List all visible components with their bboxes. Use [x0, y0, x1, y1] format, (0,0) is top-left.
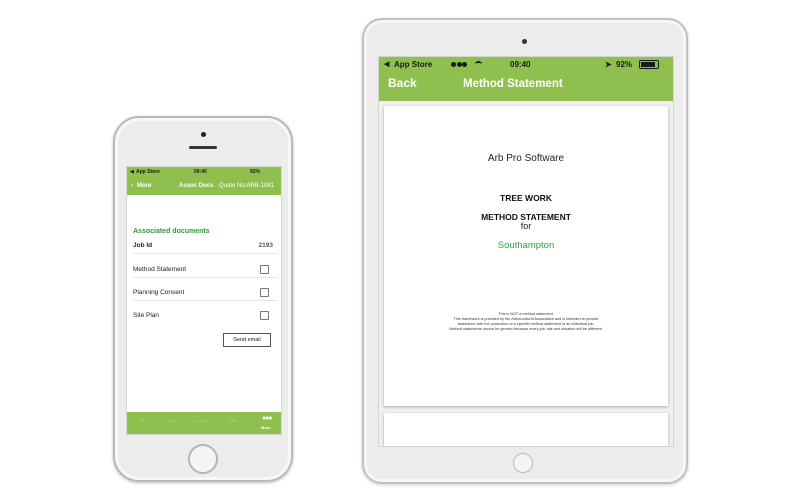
tab-work[interactable]: Work: [167, 418, 176, 423]
signal-icon: [451, 60, 468, 69]
phone-home-button[interactable]: [188, 444, 218, 474]
document-checkbox[interactable]: [260, 288, 269, 297]
job-id-label: Job Id: [133, 242, 153, 249]
phone-speaker: [189, 146, 217, 149]
document-row-planning-consent[interactable]: Planning Consent: [133, 288, 273, 297]
phone-tab-bar: Job Work Logistic Risk ●●● More: [127, 412, 281, 434]
send-email-button[interactable]: Send email: [223, 333, 271, 347]
tablet-status-battery: 92%: [616, 60, 633, 69]
battery-icon: [639, 60, 659, 70]
doc-note-line: Method statements cannot be generic beca…: [449, 327, 603, 331]
document-label: Site Plan: [133, 312, 160, 319]
tab-logistic[interactable]: Logistic: [195, 418, 209, 423]
document-page[interactable]: Arb Pro Software TREE WORK METHOD STATEM…: [384, 106, 668, 406]
tablet-camera: [522, 39, 527, 44]
tablet-device: ◀ App Store 09:40 ➤ 92% Back Method Stat…: [362, 18, 688, 484]
tablet-status-carrier[interactable]: App Store: [394, 60, 432, 69]
doc-heading-tree-work: TREE WORK: [500, 193, 552, 203]
tablet-home-button[interactable]: [513, 453, 533, 473]
phone-camera: [201, 132, 206, 137]
job-id-row: Job Id 2193: [133, 242, 273, 249]
doc-company: Arb Pro Software: [487, 153, 565, 164]
tab-more[interactable]: More: [261, 425, 271, 430]
back-to-app-icon[interactable]: ◀: [384, 60, 389, 68]
section-title: Associated documents: [133, 228, 210, 235]
doc-note-line: This is NOT a method statement.: [498, 312, 554, 316]
divider: [133, 300, 277, 301]
document-checkbox[interactable]: [260, 311, 269, 320]
tablet-status-time: 09:40: [510, 60, 531, 69]
quote-number: Quote No:ARB-1081: [219, 183, 275, 189]
phone-screen: ◀ App Store 09:40 92% ‹ More Assoc Docs …: [126, 166, 282, 435]
back-to-app-icon[interactable]: ◀: [130, 169, 134, 175]
chevron-left-icon[interactable]: ‹: [131, 183, 133, 189]
document-next-page[interactable]: [384, 413, 668, 446]
tab-risk[interactable]: Risk: [229, 418, 237, 423]
tablet-nav-title: Method Statement: [463, 78, 563, 90]
document-row-site-plan[interactable]: Site Plan: [133, 311, 273, 320]
doc-place: Southampton: [497, 240, 555, 251]
divider: [133, 253, 277, 254]
divider: [133, 277, 277, 278]
job-id-value: 2193: [258, 242, 273, 249]
phone-status-bar: ◀ App Store 09:40 92%: [127, 167, 281, 177]
more-back-button[interactable]: More: [137, 183, 151, 189]
tablet-screen: ◀ App Store 09:40 ➤ 92% Back Method Stat…: [378, 56, 674, 447]
phone-device: ◀ App Store 09:40 92% ‹ More Assoc Docs …: [113, 116, 293, 482]
location-icon: ➤: [605, 60, 612, 69]
back-button[interactable]: Back: [388, 76, 417, 90]
tab-job[interactable]: Job: [139, 418, 145, 423]
doc-for: for: [520, 221, 532, 231]
tablet-status-bar: ◀ App Store 09:40 ➤ 92%: [379, 57, 673, 73]
document-label: Method Statement: [133, 266, 187, 273]
doc-note-line: assistance with the production of a spec…: [457, 322, 595, 326]
document-checkbox[interactable]: [260, 265, 269, 274]
wifi-icon: [475, 60, 482, 69]
document-row-method-statement[interactable]: Method Statement: [133, 265, 273, 274]
document-label: Planning Consent: [133, 289, 185, 296]
phone-nav-title: Assoc Docs: [179, 183, 214, 189]
phone-status-carrier[interactable]: App Store: [136, 169, 160, 175]
more-dots-icon[interactable]: ●●●: [262, 415, 273, 422]
phone-status-time: 09:40: [194, 169, 207, 175]
tablet-nav-bar: Back Method Statement: [379, 73, 673, 101]
phone-nav-bar: ‹ More Assoc Docs Quote No:ARB-1081: [127, 177, 281, 195]
phone-status-battery: 92%: [250, 169, 261, 175]
doc-note-line: This framework is provided by the Arbori…: [453, 317, 599, 321]
